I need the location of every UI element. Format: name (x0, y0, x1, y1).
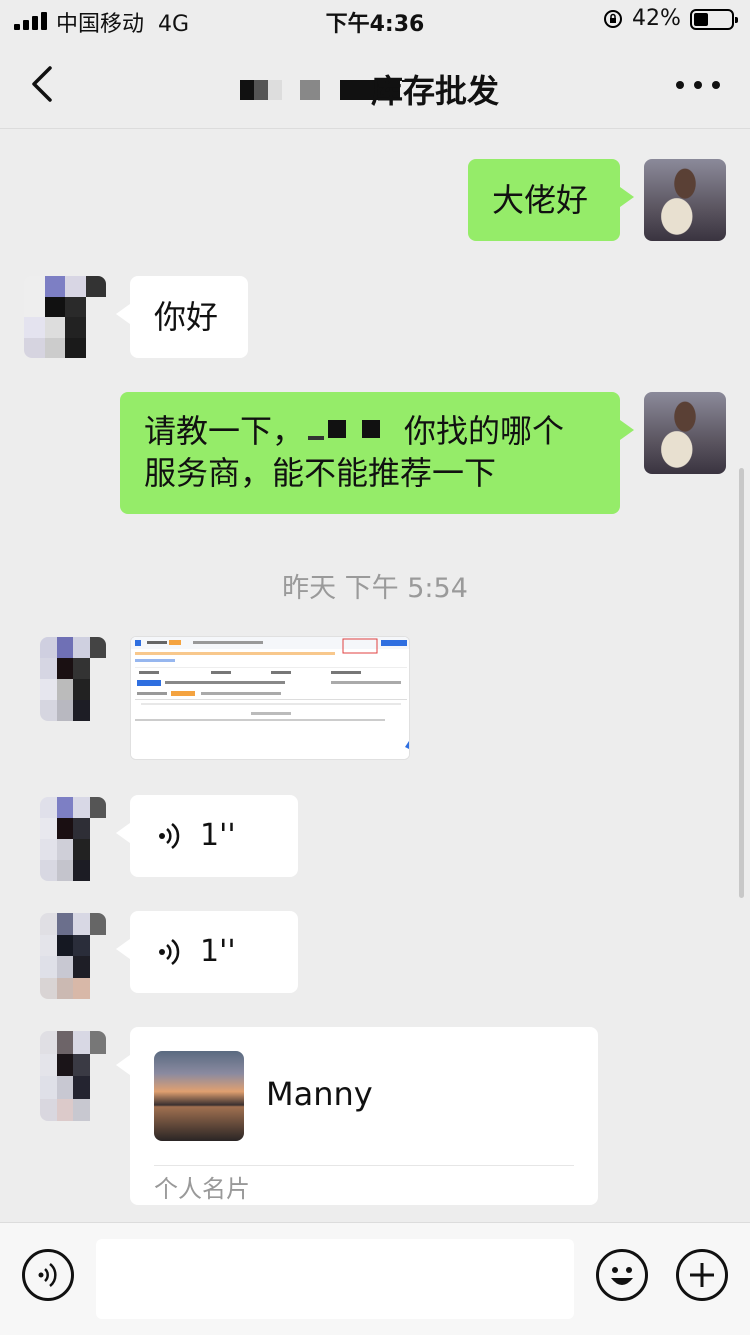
status-bar: 中国移动 4G 下午4:36 42% (0, 0, 750, 40)
chat-title: 库存批发 (370, 72, 499, 110)
chat-timestamp: 昨天 下午 5:54 (282, 573, 468, 604)
message-input[interactable] (96, 1239, 574, 1319)
battery-icon (690, 9, 738, 30)
message-text: 你好 (154, 298, 219, 336)
voice-message-bubble[interactable]: 1'' (116, 911, 298, 993)
redacted-text-mosaic (304, 418, 404, 448)
contact-avatar[interactable] (24, 276, 106, 358)
chat-header: 库存批发 (0, 40, 750, 129)
voice-message-bubble[interactable]: 1'' (116, 795, 298, 877)
screenshot-image (131, 637, 409, 759)
my-avatar[interactable] (644, 159, 726, 241)
message-text-line2: 服务商，能不能推荐一下 (144, 454, 497, 492)
voice-wave-icon (159, 823, 180, 849)
contact-avatar[interactable] (40, 1031, 106, 1121)
plus-icon (690, 1263, 714, 1287)
contact-avatar[interactable] (40, 913, 106, 999)
message-bubble-sent[interactable]: 大佬好 (468, 159, 634, 241)
voice-duration: 1'' (200, 818, 236, 853)
message-bubble-sent[interactable]: 请教一下， 你找的哪个 服务商，能不能推荐一下 (120, 392, 634, 514)
image-message-thumbnail[interactable] (130, 636, 410, 760)
voice-wave-icon (159, 939, 180, 965)
chat-scrollbar[interactable] (739, 468, 744, 898)
card-divider (154, 1165, 574, 1166)
emoji-icon (611, 1267, 633, 1285)
message-text-line1a: 请教一下， (144, 412, 305, 450)
emoji-button[interactable] (596, 1249, 648, 1301)
my-avatar[interactable] (644, 392, 726, 474)
input-bar (0, 1222, 750, 1335)
card-contact-name: Manny (266, 1075, 373, 1113)
message-text-line1b: 你找的哪个 (404, 412, 565, 450)
voice-input-icon (38, 1263, 57, 1287)
contact-card-message[interactable]: Manny 个人名片 (116, 1027, 598, 1205)
card-avatar-photo (154, 1051, 244, 1141)
battery-percent: 42% (632, 6, 681, 31)
card-type-label: 个人名片 (154, 1175, 250, 1203)
contact-avatar[interactable] (40, 637, 106, 721)
contact-avatar[interactable] (40, 797, 106, 881)
message-bubble-received[interactable]: 你好 (116, 276, 248, 358)
rotation-lock-icon (604, 10, 622, 28)
voice-input-button[interactable] (22, 1249, 74, 1301)
more-dots-icon[interactable] (676, 81, 720, 89)
message-text: 大佬好 (492, 181, 589, 219)
more-actions-button[interactable] (676, 1249, 728, 1301)
voice-duration: 1'' (200, 934, 236, 969)
